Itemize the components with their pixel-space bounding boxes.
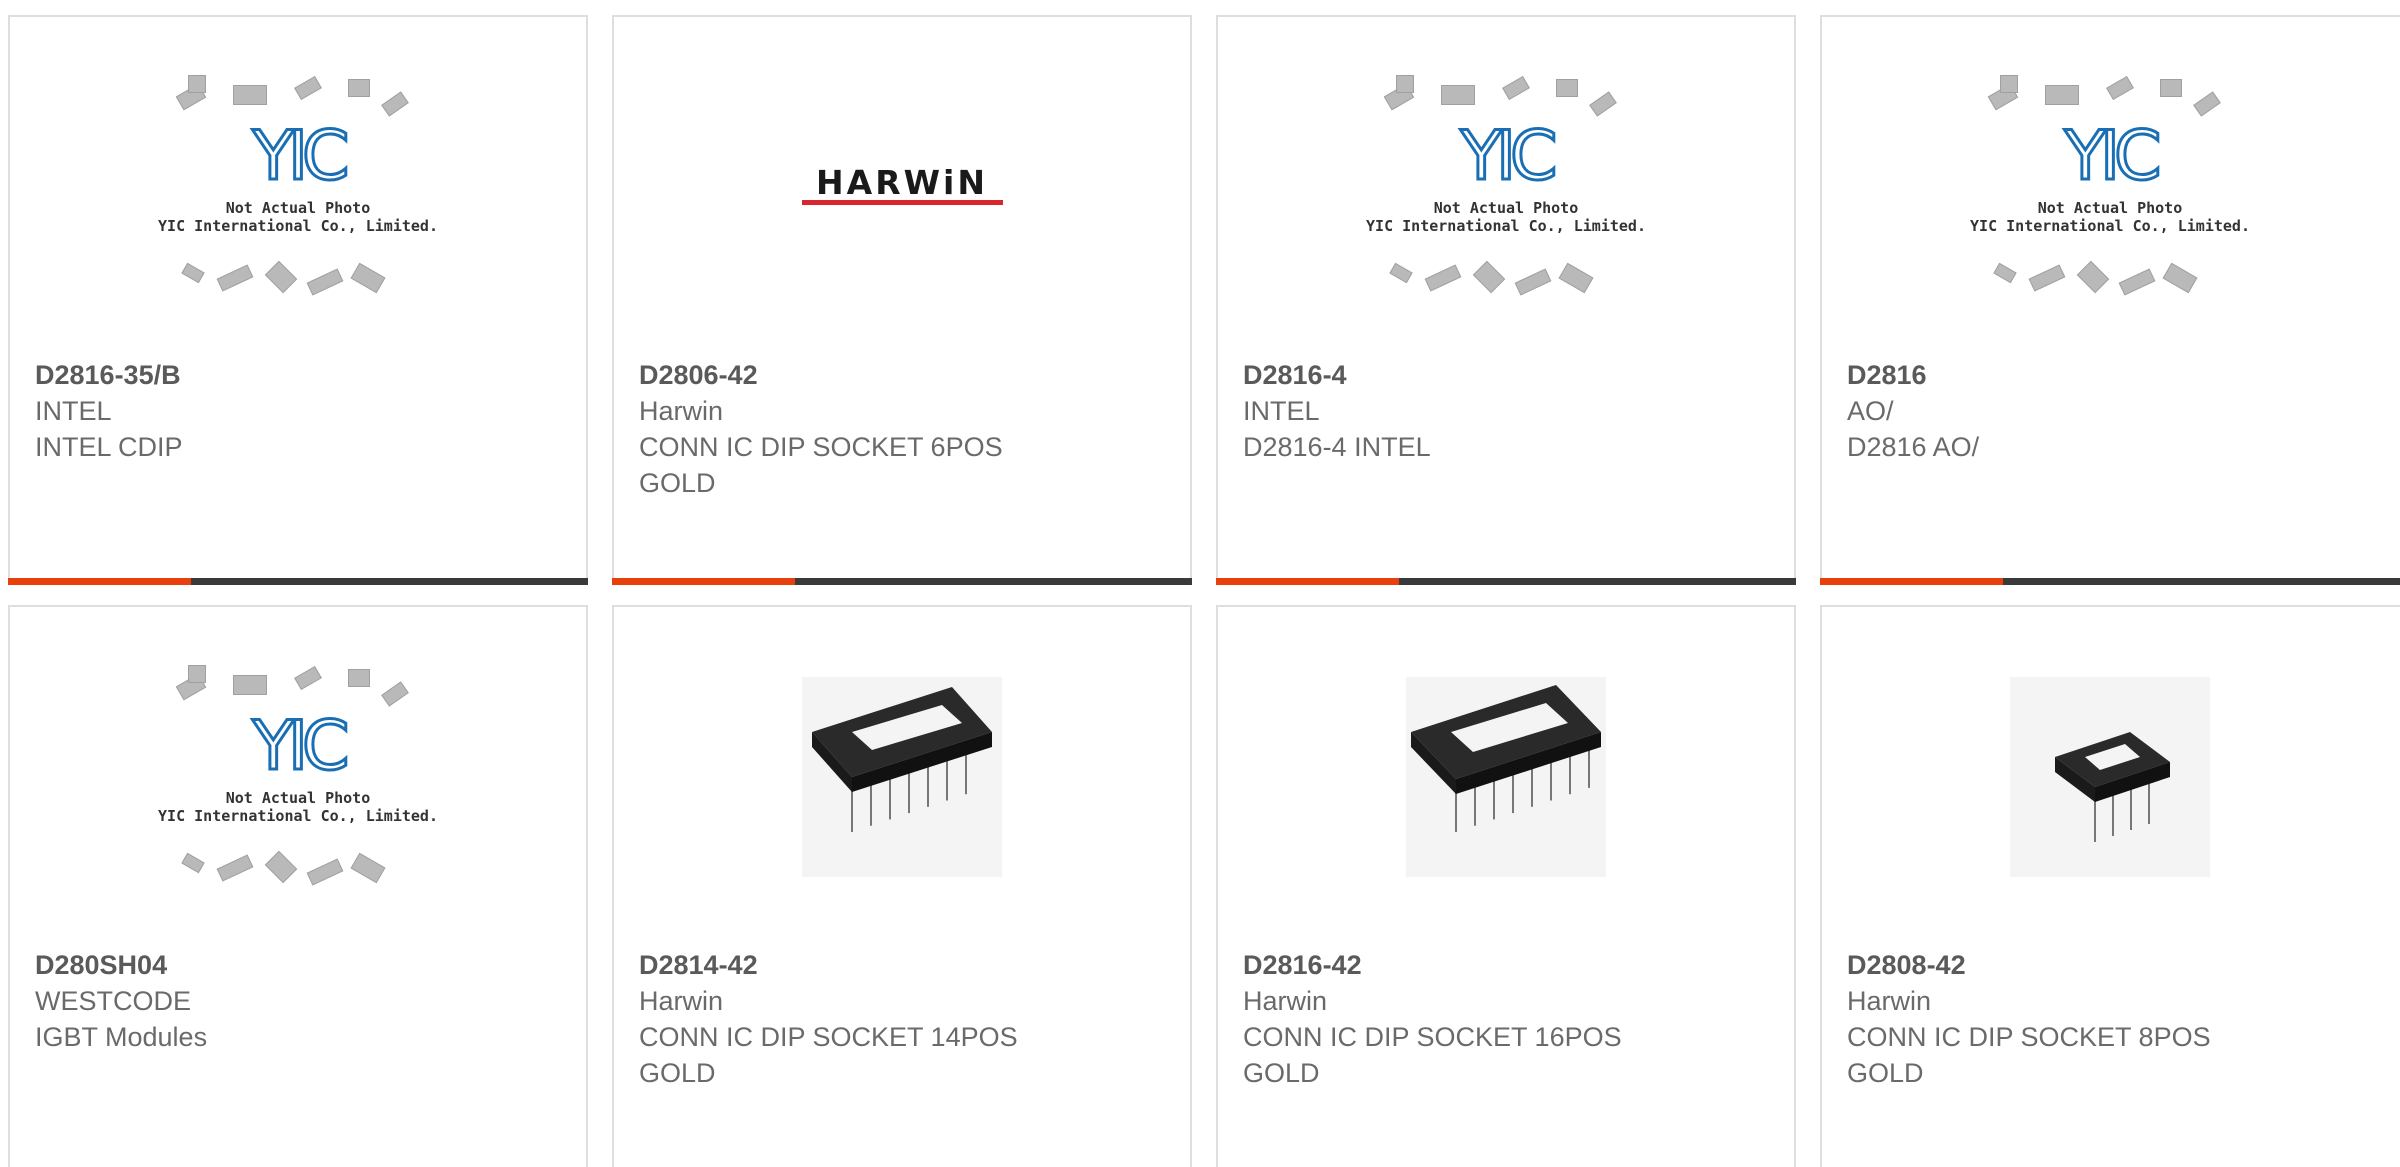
harwin-logo: HARWiN bbox=[800, 166, 1005, 207]
product-image[interactable]: YIC Not Actual Photo YIC International Co.… bbox=[1822, 17, 2398, 357]
product-card[interactable]: YIC Not Actual Photo YIC International Co.… bbox=[8, 605, 588, 1167]
svg-text:YIC: YIC bbox=[1459, 119, 1554, 189]
description-line: GOLD bbox=[639, 1058, 716, 1088]
manufacturer: INTEL bbox=[1243, 396, 1320, 426]
dip-socket-8-image bbox=[2010, 677, 2210, 877]
manufacturer: WESTCODE bbox=[35, 986, 192, 1016]
part-number[interactable]: D2806-42 bbox=[639, 357, 1170, 393]
yic-logo: YIC bbox=[1366, 116, 1646, 198]
svg-text:YIC: YIC bbox=[251, 709, 346, 779]
product-image[interactable]: HARWiN bbox=[614, 17, 1190, 357]
product-card[interactable]: D2808-42 Harwin CONN IC DIP SOCKET 8POS … bbox=[1820, 605, 2400, 1167]
product-grid: YIC Not Actual Photo YIC International Co.… bbox=[0, 0, 2400, 1167]
description-line: D2816 AO/ bbox=[1847, 432, 1980, 462]
description-line: D2816-4 INTEL bbox=[1243, 432, 1431, 462]
part-number[interactable]: D2816-4 bbox=[1243, 357, 1774, 393]
description-line: CONN IC DIP SOCKET 6POS bbox=[639, 432, 1003, 462]
product-image[interactable] bbox=[1218, 607, 1794, 947]
dip-socket-14-image bbox=[802, 677, 1002, 877]
product-image[interactable]: YIC Not Actual Photo YIC International Co.… bbox=[1218, 17, 1794, 357]
part-number[interactable]: D2816-42 bbox=[1243, 947, 1774, 983]
description-line: GOLD bbox=[639, 468, 716, 498]
product-image[interactable] bbox=[614, 607, 1190, 947]
part-number[interactable]: D280SH04 bbox=[35, 947, 566, 983]
product-card[interactable]: YIC Not Actual Photo YIC International Co.… bbox=[8, 15, 588, 585]
manufacturer: Harwin bbox=[639, 396, 724, 426]
yic-placeholder-image: YIC Not Actual Photo YIC International Co.… bbox=[158, 657, 438, 897]
description-line: GOLD bbox=[1243, 1058, 1320, 1088]
product-image[interactable]: YIC Not Actual Photo YIC International Co.… bbox=[10, 607, 586, 947]
description-line: GOLD bbox=[1847, 1058, 1924, 1088]
manufacturer: Harwin bbox=[1243, 986, 1328, 1016]
yic-logo: YIC bbox=[158, 706, 438, 788]
manufacturer: INTEL bbox=[35, 396, 112, 426]
manufacturer: Harwin bbox=[639, 986, 724, 1016]
card-bar bbox=[612, 578, 1192, 585]
product-card[interactable]: D2814-42 Harwin CONN IC DIP SOCKET 14POS… bbox=[612, 605, 1192, 1167]
manufacturer: Harwin bbox=[1847, 986, 1932, 1016]
product-image[interactable] bbox=[1822, 607, 2398, 947]
part-number[interactable]: D2814-42 bbox=[639, 947, 1170, 983]
dip-socket-16-image bbox=[1406, 677, 1606, 877]
part-number[interactable]: D2816-35/B bbox=[35, 357, 566, 393]
description-line: INTEL CDIP bbox=[35, 432, 183, 462]
svg-text:YIC: YIC bbox=[251, 119, 346, 189]
product-card[interactable]: YIC Not Actual Photo YIC International Co.… bbox=[1820, 15, 2400, 585]
yic-logo: YIC bbox=[1970, 116, 2250, 198]
product-card[interactable]: YIC Not Actual Photo YIC International Co.… bbox=[1216, 15, 1796, 585]
product-card[interactable]: HARWiN D2806-42 Harwin CONN IC DIP SOCKE… bbox=[612, 15, 1192, 585]
card-bar bbox=[8, 578, 588, 585]
description-line: CONN IC DIP SOCKET 8POS bbox=[1847, 1022, 2211, 1052]
part-number[interactable]: D2808-42 bbox=[1847, 947, 2388, 983]
part-number[interactable]: D2816 bbox=[1847, 357, 2388, 393]
description-line: CONN IC DIP SOCKET 14POS bbox=[639, 1022, 1018, 1052]
yic-placeholder-image: YIC Not Actual Photo YIC International Co.… bbox=[1366, 67, 1646, 307]
yic-logo: YIC bbox=[158, 116, 438, 198]
svg-text:YIC: YIC bbox=[2063, 119, 2158, 189]
yic-placeholder-image: YIC Not Actual Photo YIC International Co.… bbox=[158, 67, 438, 307]
product-card[interactable]: D2816-42 Harwin CONN IC DIP SOCKET 16POS… bbox=[1216, 605, 1796, 1167]
manufacturer: AO/ bbox=[1847, 396, 1894, 426]
card-bar bbox=[1216, 578, 1796, 585]
yic-placeholder-image: YIC Not Actual Photo YIC International Co.… bbox=[1970, 67, 2250, 307]
product-image[interactable]: YIC Not Actual Photo YIC International Co.… bbox=[10, 17, 586, 357]
description-line: IGBT Modules bbox=[35, 1022, 208, 1052]
description-line: CONN IC DIP SOCKET 16POS bbox=[1243, 1022, 1622, 1052]
card-bar bbox=[1820, 578, 2400, 585]
